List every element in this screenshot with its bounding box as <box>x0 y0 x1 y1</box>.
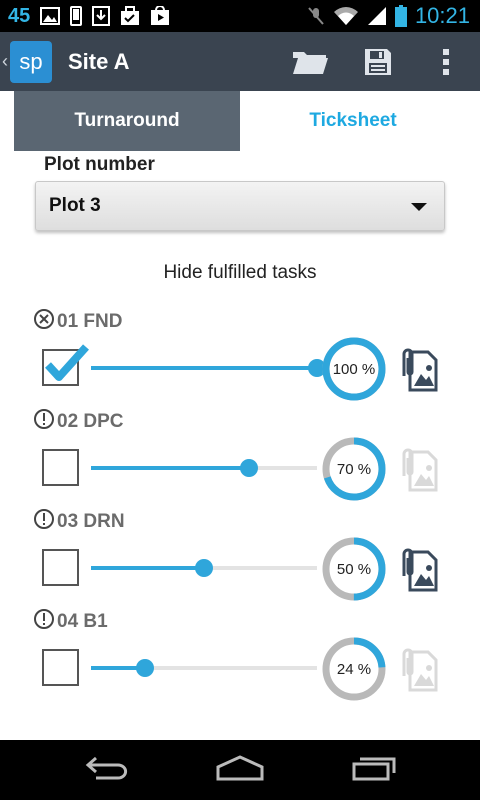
back-icon <box>85 756 128 779</box>
action-bar: ‹ sp Site A <box>0 32 480 91</box>
progress-ring: 24 % <box>322 637 386 701</box>
back-button[interactable] <box>84 756 128 785</box>
progress-ring: 50 % <box>322 537 386 601</box>
save-icon <box>365 48 391 75</box>
task-name: 01 FND <box>57 310 123 332</box>
folder-icon <box>293 51 328 74</box>
task-header: 01 FND <box>33 308 122 335</box>
overflow-menu-icon <box>443 48 449 75</box>
checkmark-icon <box>45 344 89 381</box>
progress-percent: 24 % <box>336 660 372 678</box>
task-row: 03 DRN 50 % <box>0 508 480 608</box>
home-icon <box>216 754 264 780</box>
progress-ring: 70 % <box>322 437 386 501</box>
task-checkbox[interactable] <box>42 449 79 486</box>
slider-fill <box>91 366 317 370</box>
progress-slider[interactable] <box>91 359 326 377</box>
attach-image-icon <box>402 648 438 692</box>
open-folder-button[interactable] <box>276 32 344 91</box>
dropdown-arrow-icon <box>411 203 427 211</box>
alert-circle-icon <box>33 508 55 535</box>
attach-image-icon <box>402 448 438 492</box>
task-header: 02 DPC <box>33 408 124 435</box>
progress-percent: 70 % <box>336 460 372 478</box>
attach-photo-button[interactable] <box>398 346 438 397</box>
tab-ticksheet[interactable]: Ticksheet <box>240 91 466 151</box>
progress-slider[interactable] <box>91 459 317 477</box>
task-name: 04 B1 <box>57 610 108 632</box>
hide-fulfilled-tasks-button[interactable]: Hide fulfilled tasks <box>0 262 480 284</box>
progress-percent: 50 % <box>336 560 372 578</box>
plot-number-value: Plot 3 <box>49 195 101 216</box>
app-icon-label: sp <box>19 48 43 74</box>
progress-slider[interactable] <box>91 559 317 577</box>
task-row: 04 B1 24 % <box>0 608 480 708</box>
slider-thumb[interactable] <box>195 559 213 577</box>
site-title: Site A <box>68 48 130 74</box>
slider-thumb[interactable] <box>136 659 155 677</box>
overflow-menu-button[interactable] <box>412 32 480 91</box>
home-button[interactable] <box>216 754 264 786</box>
slider-fill <box>91 566 204 570</box>
play-store-icon <box>151 6 170 25</box>
briefcase-check-icon <box>121 6 140 25</box>
alert-circle-icon <box>33 408 55 435</box>
attach-photo-button[interactable] <box>398 446 438 497</box>
wifi-icon <box>333 7 358 25</box>
task-row: 02 DPC 70 % <box>0 408 480 508</box>
task-name: 03 DRN <box>57 510 125 532</box>
save-button[interactable] <box>344 32 412 91</box>
attach-photo-button[interactable] <box>398 546 438 597</box>
slider-fill <box>91 466 250 470</box>
status-time: 10:21 <box>414 3 470 28</box>
up-navigation-icon[interactable]: ‹ <box>2 51 8 72</box>
progress-ring: 100 % <box>322 337 386 401</box>
alert-circle-icon <box>33 608 55 635</box>
tab-turnaround[interactable]: Turnaround <box>14 91 240 151</box>
task-checkbox[interactable] <box>42 649 79 686</box>
phone-icon <box>70 6 83 26</box>
tab-bar: Turnaround Ticksheet <box>14 91 466 151</box>
task-header: 04 B1 <box>33 608 108 635</box>
attach-photo-button[interactable] <box>398 646 438 697</box>
notification-count: 45 <box>8 4 31 27</box>
progress-percent: 100 % <box>332 360 376 378</box>
recent-apps-icon <box>352 757 396 780</box>
task-checkbox[interactable] <box>42 549 79 586</box>
task-checkbox[interactable] <box>42 344 89 386</box>
download-icon <box>92 6 111 26</box>
plot-number-label: Plot number <box>44 154 155 175</box>
recent-apps-button[interactable] <box>352 755 396 786</box>
plot-number-dropdown[interactable]: Plot 3 <box>35 181 445 231</box>
image-icon <box>40 7 61 25</box>
slider-thumb[interactable] <box>240 459 259 477</box>
mute-icon <box>308 7 324 25</box>
app-icon[interactable]: sp <box>10 40 52 83</box>
task-row: 01 FND 100 % <box>0 308 480 408</box>
cancel-circle-icon <box>33 308 55 335</box>
progress-slider[interactable] <box>91 659 317 677</box>
status-bar: 45 10:21 <box>0 0 480 32</box>
navigation-bar <box>0 740 480 800</box>
attach-image-icon <box>402 348 438 392</box>
battery-icon <box>394 5 407 27</box>
signal-icon <box>367 7 386 25</box>
attach-image-icon <box>402 548 438 592</box>
task-header: 03 DRN <box>33 508 125 535</box>
task-name: 02 DPC <box>57 410 124 432</box>
